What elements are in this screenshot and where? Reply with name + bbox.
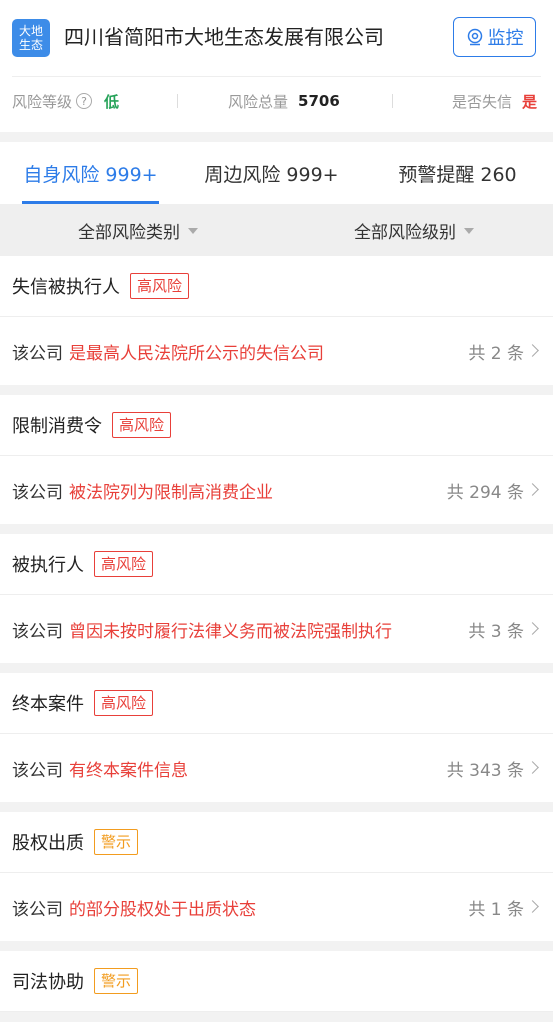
caret-down-icon: [464, 228, 474, 234]
dishonest-label: 是否失信: [451, 92, 512, 111]
level-filter-label: 全部风险级别: [354, 222, 456, 243]
risk-total-stat: 风险总量 5706: [228, 91, 340, 112]
risk-card: 股权出质 警示 该公司 的部分股权处于出质状态 共 1 条: [0, 812, 553, 941]
risk-total-value: 5706: [298, 92, 340, 110]
logo-text-line1: 大地: [18, 24, 43, 38]
risk-total-label: 风险总量: [228, 92, 289, 111]
risk-title: 股权出质: [12, 833, 84, 854]
row-prefix: 该公司: [12, 760, 63, 781]
stat-separator: [392, 94, 393, 108]
risk-badge: 警示: [94, 829, 139, 855]
tab-self-risk[interactable]: 自身风险 999+: [0, 142, 181, 204]
row-description: 有终本案件信息: [69, 760, 188, 781]
risk-level-value: 低: [104, 92, 120, 111]
stat-separator: [177, 94, 178, 108]
risk-level-stat: 风险等级 ? 低: [12, 91, 177, 112]
risk-title: 终本案件: [12, 694, 84, 715]
category-filter-label: 全部风险类别: [78, 222, 180, 243]
risk-card-header: 司法协助 警示: [0, 951, 553, 1012]
header-divider: [12, 76, 541, 77]
row-prefix: 该公司: [12, 621, 63, 642]
row-description: 曾因未按时履行法律义务而被法院强制执行: [69, 621, 392, 642]
risk-card-header: 股权出质 警示: [0, 812, 553, 873]
monitor-icon: [467, 28, 482, 46]
risk-detail-row[interactable]: 该公司 的部分股权处于出质状态 共 1 条: [0, 873, 553, 941]
chevron-right-icon: [526, 900, 539, 913]
logo-text-line2: 生态: [18, 38, 43, 52]
risk-list: 失信被执行人 高风险 该公司 是最高人民法院所公示的失信公司 共 2 条 限制消…: [0, 256, 553, 1022]
tab-surrounding-risk[interactable]: 周边风险 999+: [181, 142, 362, 204]
risk-title: 失信被执行人: [12, 277, 120, 298]
risk-card-header: 被执行人 高风险: [0, 534, 553, 595]
chevron-right-icon: [526, 761, 539, 774]
category-filter[interactable]: 全部风险类别: [0, 204, 276, 256]
dishonest-value: 是: [521, 92, 537, 111]
company-name: 四川省简阳市大地生态发展有限公司: [64, 25, 384, 49]
chevron-right-icon: [526, 622, 539, 635]
monitor-label: 监控: [487, 28, 524, 49]
row-count: 共 1 条: [468, 899, 524, 920]
risk-card-header: 终本案件 高风险: [0, 673, 553, 734]
chevron-right-icon: [526, 344, 539, 357]
row-prefix: 该公司: [12, 482, 63, 503]
risk-badge: 高风险: [94, 551, 154, 577]
risk-stats: 风险等级 ? 低 风险总量 5706 是否失信 是: [12, 87, 537, 115]
risk-badge: 高风险: [112, 412, 172, 438]
risk-badge: 警示: [94, 968, 139, 994]
company-logo: 大地 生态: [12, 19, 50, 57]
row-count: 共 3 条: [468, 621, 524, 642]
monitor-button[interactable]: 监控: [453, 17, 536, 57]
risk-card: 被执行人 高风险 该公司 曾因未按时履行法律义务而被法院强制执行 共 3 条: [0, 534, 553, 663]
row-count: 共 2 条: [468, 343, 524, 364]
company-header: 大地 生态 四川省简阳市大地生态发展有限公司 监控 风险等级 ? 低 风险总量 …: [0, 0, 553, 132]
row-count: 共 294 条: [446, 482, 524, 503]
filter-bar: 全部风险类别 全部风险级别: [0, 204, 553, 256]
tab-warning[interactable]: 预警提醒 260: [362, 142, 553, 204]
risk-level-label: 风险等级: [12, 92, 73, 111]
risk-tabs: 自身风险 999+ 周边风险 999+ 预警提醒 260: [0, 142, 553, 204]
row-prefix: 该公司: [12, 343, 63, 364]
help-icon[interactable]: ?: [76, 93, 93, 109]
risk-card-header: 限制消费令 高风险: [0, 395, 553, 456]
row-count: 共 343 条: [446, 760, 524, 781]
risk-badge: 高风险: [130, 273, 190, 299]
level-filter[interactable]: 全部风险级别: [276, 204, 552, 256]
risk-card: 限制消费令 高风险 该公司 被法院列为限制高消费企业 共 294 条: [0, 395, 553, 524]
risk-title: 被执行人: [12, 555, 84, 576]
caret-down-icon: [188, 228, 198, 234]
risk-detail-row[interactable]: 该公司 曾因未按时履行法律义务而被法院强制执行 共 3 条: [0, 595, 553, 663]
risk-badge: 高风险: [94, 690, 154, 716]
risk-card-header: 失信被执行人 高风险: [0, 256, 553, 317]
risk-title: 限制消费令: [12, 416, 102, 437]
risk-card: 失信被执行人 高风险 该公司 是最高人民法院所公示的失信公司 共 2 条: [0, 256, 553, 385]
risk-detail-row[interactable]: 该公司 被法院列为限制高消费企业 共 294 条: [0, 456, 553, 524]
row-description: 的部分股权处于出质状态: [69, 899, 256, 920]
dishonest-stat: 是否失信 是: [452, 91, 537, 112]
risk-detail-row[interactable]: 该公司 有终本案件信息 共 343 条: [0, 734, 553, 802]
risk-detail-row[interactable]: 该公司 是最高人民法院所公示的失信公司 共 2 条: [0, 317, 553, 385]
risk-card: 司法协助 警示: [0, 951, 553, 1012]
row-description: 被法院列为限制高消费企业: [69, 482, 273, 503]
chevron-right-icon: [526, 483, 539, 496]
row-prefix: 该公司: [12, 899, 63, 920]
risk-title: 司法协助: [12, 972, 84, 993]
risk-card: 终本案件 高风险 该公司 有终本案件信息 共 343 条: [0, 673, 553, 802]
row-description: 是最高人民法院所公示的失信公司: [69, 343, 324, 364]
